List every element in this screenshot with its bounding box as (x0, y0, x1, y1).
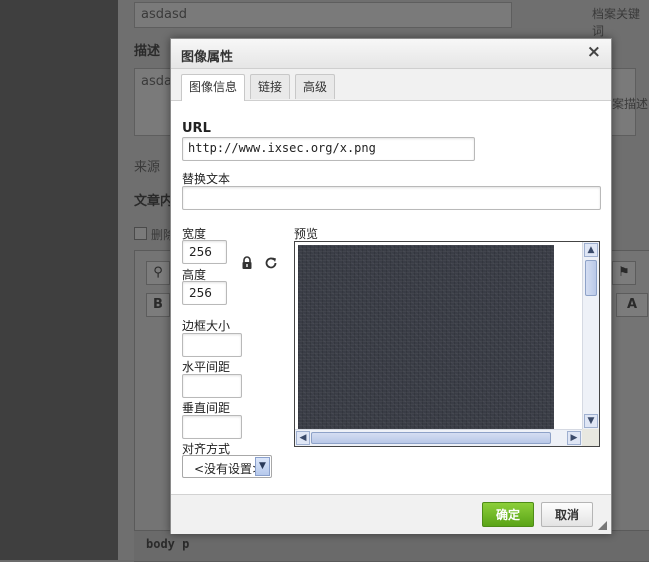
scroll-up-icon[interactable]: ▲ (584, 243, 598, 257)
scroll-down-icon[interactable]: ▼ (584, 414, 598, 428)
scroll-left-icon[interactable]: ◀ (296, 431, 310, 445)
alt-text-input[interactable] (182, 186, 601, 210)
vertical-scroll-thumb[interactable] (585, 260, 597, 296)
border-size-input[interactable] (182, 333, 242, 357)
background-flag-icon: ⚑ (612, 261, 636, 285)
resize-grip-icon[interactable] (598, 521, 607, 530)
border-size-label: 边框大小 (182, 319, 231, 333)
background-title-value: asdasd (141, 7, 187, 22)
vspace-label: 垂直间距 (182, 401, 231, 415)
preview-vertical-scrollbar[interactable]: ▲ ▼ (582, 242, 599, 430)
width-input[interactable]: 256 (182, 240, 227, 264)
dialog-title: 图像属性 (181, 50, 234, 65)
dialog-body: URL http://www.ixsec.org/x.png 替换文本 宽度 2… (171, 101, 611, 494)
background-content-label: 文章内 (134, 194, 174, 209)
align-select[interactable]: <没有设置> ▼ (182, 455, 272, 478)
tab-advanced[interactable]: 高级 (295, 74, 336, 99)
image-properties-dialog: 图像属性 × 图像信息 链接 高级 URL http://www.ixsec.o… (170, 38, 612, 534)
horizontal-scroll-thumb[interactable] (311, 432, 551, 444)
background-keyword-hint: 档案关键词 (592, 7, 641, 38)
close-icon[interactable]: × (587, 43, 601, 61)
preview-image (298, 245, 554, 429)
preview-area[interactable]: ▲ ▼ ◀ ▶ (294, 241, 600, 447)
background-status-bar: body p (134, 530, 649, 561)
background-font-color-icon: A (616, 293, 648, 317)
scrollbar-corner (582, 429, 599, 446)
dialog-titlebar[interactable]: 图像属性 × (171, 39, 611, 69)
alt-text-label: 替换文本 (182, 172, 231, 186)
hspace-label: 水平间距 (182, 360, 231, 374)
background-bold-icon: B (146, 293, 170, 317)
align-select-value: <没有设置> (194, 462, 263, 476)
ok-button[interactable]: 确定 (482, 502, 534, 527)
background-desc-hint: 案描述 (612, 97, 649, 111)
background-source-label: 来源 (134, 160, 161, 175)
url-label: URL (182, 121, 211, 136)
background-desc-value: asda (141, 74, 172, 89)
hspace-input[interactable] (182, 374, 242, 398)
height-input[interactable]: 256 (182, 281, 227, 305)
cancel-button[interactable]: 取消 (541, 502, 593, 527)
vspace-input[interactable] (182, 415, 242, 439)
lock-ratio-icon[interactable] (239, 255, 255, 271)
scroll-right-icon[interactable]: ▶ (567, 431, 581, 445)
reset-size-icon[interactable] (263, 255, 279, 271)
background-title-field: asdasd (134, 2, 512, 28)
chevron-down-icon[interactable]: ▼ (255, 457, 270, 476)
dialog-tabs: 图像信息 链接 高级 (171, 69, 611, 101)
preview-label: 预览 (294, 227, 319, 241)
background-sidebar (0, 0, 118, 560)
tab-link[interactable]: 链接 (250, 74, 291, 99)
background-preview-icon: ⚲ (146, 261, 170, 285)
preview-horizontal-scrollbar[interactable]: ◀ ▶ (295, 429, 583, 446)
background-desc-label: 描述 (134, 44, 161, 59)
dialog-footer: 确定 取消 (171, 494, 611, 534)
url-input[interactable]: http://www.ixsec.org/x.png (182, 137, 475, 161)
background-status-path: body p (146, 537, 190, 551)
tab-image-info[interactable]: 图像信息 (181, 74, 246, 101)
background-checkbox (134, 227, 147, 240)
